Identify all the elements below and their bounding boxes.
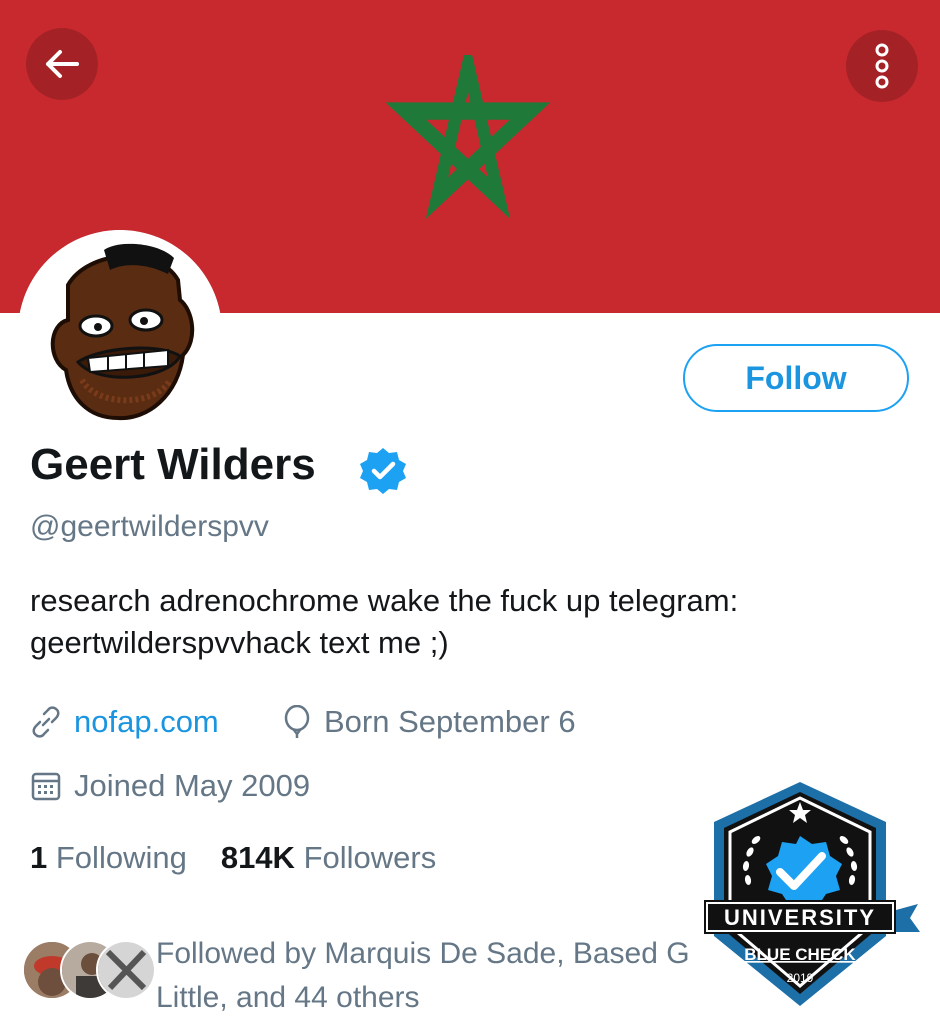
calendar-icon xyxy=(31,772,61,801)
follow-button[interactable]: Follow xyxy=(683,344,909,412)
following-count: 1 xyxy=(30,840,48,875)
profile-avatar[interactable] xyxy=(18,230,222,434)
watermark-subtitle: BLUE CHECK xyxy=(744,945,856,964)
followers-stat[interactable]: 814K Followers xyxy=(221,840,436,875)
profile-handle: @geertwilderspvv xyxy=(30,510,269,543)
cartoon-face-avatar-image xyxy=(18,230,222,434)
back-button[interactable] xyxy=(26,28,98,100)
following-label: Following xyxy=(55,840,187,875)
followers-label: Followers xyxy=(303,840,437,875)
website-link[interactable]: nofap.com xyxy=(74,704,219,740)
verified-badge-icon xyxy=(358,446,408,501)
pentagram-star-graphic xyxy=(385,55,551,219)
follow-counts: 1 Following 814K Followers xyxy=(30,840,436,876)
balloon-icon xyxy=(284,705,310,738)
arrow-left-icon xyxy=(46,50,79,78)
watermark-title: UNIVERSITY xyxy=(724,905,876,930)
followers-count: 814K xyxy=(220,840,295,875)
website-row: nofap.com xyxy=(30,704,219,740)
bio-line: geertwilderspvvhack text me ;) xyxy=(30,625,449,660)
joined-text: Joined May 2009 xyxy=(74,768,311,803)
follower-avatar[interactable] xyxy=(96,940,156,1000)
overflow-dots-icon xyxy=(875,43,889,89)
birthday-row: Born September 6 xyxy=(282,704,576,740)
joined-row: Joined May 2009 xyxy=(30,768,310,804)
bio-line: research adrenochrome wake the fuck up t… xyxy=(30,583,739,618)
university-blue-check-watermark: UNIVERSITY BLUE CHECK 2019 xyxy=(704,776,928,1012)
profile-name: Geert Wilders xyxy=(30,440,316,489)
watermark-year: 2019 xyxy=(787,971,814,985)
following-stat[interactable]: 1 Following xyxy=(30,840,187,875)
profile-bio: research adrenochrome wake the fuck up t… xyxy=(30,580,910,664)
link-icon xyxy=(32,706,60,738)
birthday-text: Born September 6 xyxy=(324,704,576,739)
more-options-button[interactable] xyxy=(846,30,918,102)
